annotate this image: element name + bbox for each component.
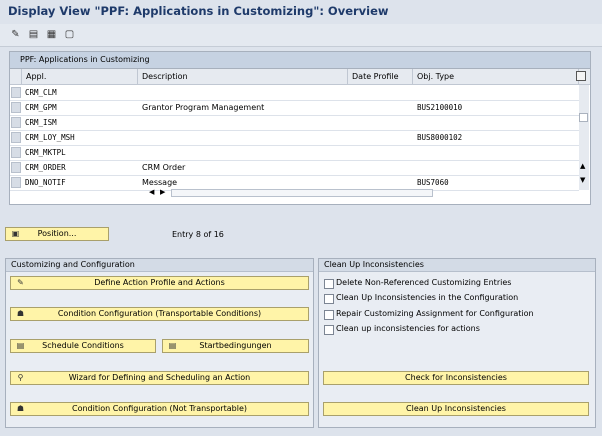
condition-config-icon: ☗ [16,309,25,318]
row-selector[interactable] [11,132,21,143]
row-selector[interactable] [11,117,21,128]
row-selector[interactable] [11,177,21,188]
scroll-up-icon[interactable]: ▲ [580,162,585,170]
table-title-bar: PPF: Applications in Customizing [10,52,590,69]
column-header-description[interactable]: Description [138,69,348,84]
repair-assignment-checkbox[interactable] [324,310,334,320]
cell-appl: CRM_ISM [25,118,57,127]
deselect-icon[interactable]: ▢ [63,28,76,41]
horizontal-scroll-thumb[interactable] [171,189,433,197]
delete-non-referenced-label: Delete Non-Referenced Customizing Entrie… [336,278,512,287]
cleanup-configuration-checkbox[interactable] [324,294,334,304]
cleanup-actions-label: Clean up inconsistencies for actions [336,324,480,333]
cell-appl: CRM_LOY_MSH [25,133,75,142]
table-row[interactable]: CRM_GPM Grantor Program Management BUS21… [10,100,579,116]
schedule-conditions-button[interactable]: ▤ Schedule Conditions [10,339,156,353]
edit-pencil-icon[interactable]: ✎ [9,28,22,41]
wizard-button[interactable]: ⚲ Wizard for Defining and Scheduling an … [10,371,309,385]
application-toolbar: ✎ ▤ ▦ ▢ [0,24,602,47]
table-row[interactable]: CRM_CLM [10,85,579,101]
action-profile-icon: ✎ [17,278,24,287]
cell-appl: DNO_NOTIF [25,178,66,187]
select-all-rows-cell[interactable] [10,69,22,84]
condition-config-not-transportable-button[interactable]: ☗ Condition Configuration (Not Transport… [10,402,309,416]
cell-appl: CRM_GPM [25,103,57,112]
cell-description: Grantor Program Management [142,103,265,112]
column-header-date-profile[interactable]: Date Profile [348,69,413,84]
startbedingungen-button[interactable]: ▤ Startbedingungen [162,339,309,353]
column-header-obj-type[interactable]: Obj. Type [413,69,579,84]
cleanup-configuration-label: Clean Up Inconsistencies in the Configur… [336,293,519,302]
scroll-left-icon[interactable]: ◀ [149,188,154,196]
delete-non-referenced-checkbox[interactable] [324,279,334,289]
table-title: PPF: Applications in Customizing [20,55,150,64]
cleanup-panel-title: Clean Up Inconsistencies [319,259,595,272]
condition-config-icon: ☗ [16,404,25,413]
cell-appl: CRM_ORDER [25,163,66,172]
details-icon[interactable]: ▤ [27,28,40,41]
table-row[interactable]: CRM_LOY_MSH BUS8000102 [10,130,579,146]
condition-config-transportable-button[interactable]: ☗ Condition Configuration (Transportable… [10,307,309,321]
row-selector[interactable] [11,147,21,158]
scroll-right-icon[interactable]: ▶ [160,188,165,196]
entry-counter: Entry 8 of 16 [172,230,224,239]
vertical-scrollbar[interactable]: ▲ ▼ [579,85,589,190]
cell-appl: CRM_MKTPL [25,148,66,157]
cell-description: CRM Order [142,163,186,172]
cleanup-inconsistencies-button[interactable]: Clean Up Inconsistencies [323,402,589,416]
horizontal-scrollbar[interactable]: ◀ ▶ [142,188,447,200]
window-title: Display View "PPF: Applications in Custo… [8,4,389,18]
title-bar: Display View "PPF: Applications in Custo… [0,0,602,24]
scroll-down-icon[interactable]: ▼ [580,176,585,184]
cell-obj-type: BUS2100010 [417,103,463,112]
position-button[interactable]: ▣ Position... [5,227,109,241]
cleanup-panel: Clean Up Inconsistencies Delete Non-Refe… [318,258,596,428]
wizard-wand-icon: ⚲ [17,373,24,382]
cell-obj-type: BUS8000102 [417,133,463,142]
select-all-icon[interactable]: ▦ [45,28,58,41]
schedule-conditions-icon: ▤ [16,341,25,350]
table-header: Appl. Description Date Profile Obj. Type [10,69,590,85]
start-conditions-icon: ▤ [168,341,177,350]
row-selector[interactable] [11,87,21,98]
scroll-thumb[interactable] [579,113,588,122]
cleanup-actions-checkbox[interactable] [324,325,334,335]
row-selector[interactable] [11,162,21,173]
applications-table: PPF: Applications in Customizing Appl. D… [9,51,591,205]
customizing-panel: Customizing and Configuration ✎ Define A… [5,258,314,428]
row-selector[interactable] [11,102,21,113]
table-row[interactable]: CRM_ISM [10,115,579,131]
cell-appl: CRM_CLM [25,88,57,97]
table-settings-icon[interactable] [576,71,586,81]
column-header-appl[interactable]: Appl. [22,69,138,84]
table-row[interactable]: CRM_MKTPL [10,145,579,161]
table-row[interactable]: CRM_ORDER CRM Order [10,160,579,176]
check-inconsistencies-button[interactable]: Check for Inconsistencies [323,371,589,385]
define-action-profile-button[interactable]: ✎ Define Action Profile and Actions [10,276,309,290]
position-icon: ▣ [11,229,20,238]
repair-assignment-label: Repair Customizing Assignment for Config… [336,309,534,318]
customizing-panel-title: Customizing and Configuration [6,259,313,272]
